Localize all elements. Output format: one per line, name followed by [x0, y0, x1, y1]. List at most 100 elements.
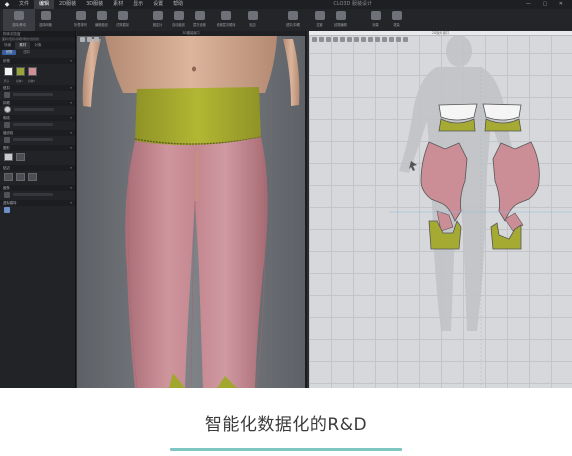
tool-label: 试穿模拟 [116, 23, 129, 27]
tool-button[interactable]: 编辑缝纫 [91, 9, 112, 31]
tool-label: 纹理编辑 [334, 23, 347, 27]
render-icon [391, 11, 402, 20]
measure-icon [370, 11, 381, 20]
seamline-icon [4, 136, 10, 143]
chevron-down-icon: ▾ [70, 116, 72, 120]
fabric-swatch-2[interactable] [28, 67, 37, 76]
more-icon[interactable] [403, 37, 408, 42]
dart-icon[interactable] [347, 37, 352, 42]
tool-label: 编辑缝纫 [95, 23, 108, 27]
menu-item[interactable]: 显示 [128, 0, 148, 9]
divider [13, 93, 53, 96]
avatar-3d-render [77, 31, 305, 388]
layout-icon[interactable] [396, 37, 401, 42]
binding-thumbnail[interactable] [4, 173, 13, 181]
polygon-icon[interactable] [326, 37, 331, 42]
camera-icon[interactable] [87, 37, 92, 42]
subtab-fabric[interactable]: 织物 [2, 50, 17, 55]
binding-thumbnail[interactable] [28, 173, 37, 181]
list-item[interactable] [0, 121, 75, 128]
tool-label: 贴边 [249, 23, 256, 27]
fabric-swatch-1[interactable] [16, 67, 25, 76]
tool-button[interactable]: 固定针 [147, 9, 168, 31]
main-toolbar: 选择/移动 选择网格 折叠排列 编辑缝纫 试穿模拟 固定针 自动缝纫 层次设置 设置层次顺序 贴边… [0, 9, 572, 31]
list-item[interactable] [0, 191, 75, 198]
tool-button[interactable]: 贴边 [242, 9, 263, 31]
3d-garment-viewport[interactable]: 3D服装窗口 [77, 31, 307, 388]
seam-icon[interactable] [361, 37, 366, 42]
subtab-button[interactable]: 纽扣 [19, 50, 33, 55]
panel-tab[interactable]: 素材 [15, 42, 31, 49]
fabric-label: 织物1 [16, 80, 23, 83]
panel-tab[interactable]: 场景 [0, 42, 15, 49]
list-item[interactable] [0, 136, 75, 143]
list-item[interactable] [0, 91, 75, 98]
tool-button[interactable]: 选择网格 [35, 9, 56, 31]
menu-item[interactable]: 素材 [108, 0, 128, 9]
auto-sew-icon [173, 11, 184, 20]
tool-button[interactable]: 折叠排列 [70, 9, 91, 31]
select-icon[interactable] [312, 37, 317, 42]
binding-thumbnails [0, 171, 75, 183]
zipper-icon [314, 11, 325, 20]
list-item[interactable] [0, 106, 75, 113]
viewport-3d-tools [80, 37, 99, 42]
ruler-icon[interactable] [375, 37, 380, 42]
menu-item[interactable]: 文件 [14, 0, 34, 9]
fabric-label: 默认 [4, 80, 10, 83]
grid-icon[interactable] [389, 37, 394, 42]
transform-icon[interactable] [319, 37, 324, 42]
library-panel: 物体浏览窗 面料/纽扣/扣眼/明线/缝纫线 场景 素材 对象 织物 纽扣 织物 ▾ 默… [0, 31, 76, 388]
menu-item[interactable]: 编辑 [34, 0, 55, 9]
chevron-down-icon: ▾ [70, 146, 72, 150]
chevron-down-icon: ▾ [70, 166, 72, 170]
tool-button[interactable]: 纽扣/扣眼 [277, 9, 309, 31]
menu-item[interactable]: 帮助 [168, 0, 188, 9]
view-mode-icon[interactable] [80, 37, 85, 42]
mesh-icon [40, 11, 51, 20]
tool-button[interactable]: 渲染 [386, 9, 407, 31]
layer-icon [194, 11, 205, 20]
tool-button[interactable]: 选择/移动 [3, 9, 35, 31]
sewing-icon [96, 11, 107, 20]
chevron-down-icon: ▾ [70, 201, 72, 205]
fold-icon [75, 11, 86, 20]
chevron-down-icon: ▾ [70, 186, 72, 190]
window-controls[interactable]: — ▢ ✕ [526, 0, 568, 9]
fabric-swatch-labels: 默认 织物1 织物2 [0, 79, 75, 83]
fabric-swatch-default[interactable] [4, 67, 13, 76]
graphic-thumbnail[interactable] [16, 153, 25, 161]
list-item[interactable] [0, 206, 75, 213]
tool-button[interactable]: 纹理编辑 [330, 9, 351, 31]
tool-button[interactable]: 设置层次顺序 [210, 9, 242, 31]
text-icon[interactable] [382, 37, 387, 42]
menu-item[interactable]: 设置 [148, 0, 168, 9]
button-icon [288, 11, 298, 20]
tool-button[interactable]: 自动缝纫 [168, 9, 189, 31]
panel-tabs: 场景 素材 对象 [0, 42, 75, 49]
2d-pattern-viewport[interactable]: 2D版片窗口 [309, 31, 572, 388]
graphic-thumbnail[interactable] [4, 153, 13, 161]
tool-button[interactable]: 层次设置 [189, 9, 210, 31]
tool-label: 设置层次顺序 [216, 23, 236, 27]
tool-button[interactable]: 拉链 [309, 9, 330, 31]
panel-tab[interactable]: 对象 [30, 42, 45, 49]
piping-icon [4, 191, 10, 198]
tool-button[interactable]: 试穿模拟 [112, 9, 133, 31]
viewport-2d-tools [312, 37, 408, 42]
binding-thumbnail[interactable] [16, 173, 25, 181]
curve-icon[interactable] [354, 37, 359, 42]
viewport-2d-title: 2D版片窗口 [309, 31, 572, 36]
menu-item[interactable]: 2D服装 [54, 0, 81, 9]
divider [13, 193, 53, 196]
rectangle-icon[interactable] [333, 37, 338, 42]
buttonhole-icon [4, 106, 11, 113]
tool-button[interactable]: 测量 [365, 9, 386, 31]
pin-icon[interactable] [368, 37, 373, 42]
menu-item[interactable]: 3D服装 [81, 0, 108, 9]
lighting-icon[interactable] [94, 37, 99, 42]
circle-icon[interactable] [340, 37, 345, 42]
avatar-icon [4, 206, 10, 213]
pattern-piece-leg-back [492, 141, 540, 222]
tool-label: 折叠排列 [74, 23, 87, 27]
